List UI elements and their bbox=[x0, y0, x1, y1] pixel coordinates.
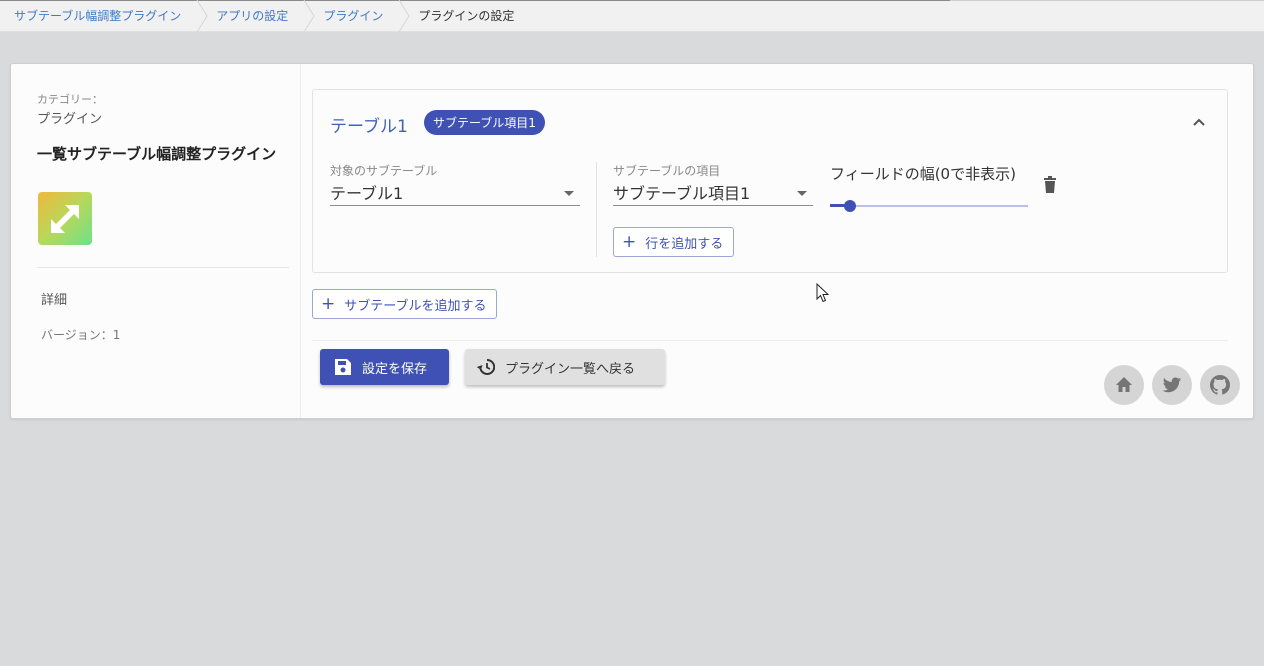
breadcrumb-separator bbox=[397, 0, 411, 32]
plus-icon: + bbox=[622, 231, 637, 252]
home-button[interactable] bbox=[1104, 365, 1144, 405]
add-row-label: 行を追加する bbox=[645, 236, 724, 252]
expand-arrows-icon bbox=[51, 204, 79, 233]
sidebar-divider bbox=[37, 267, 289, 268]
breadcrumb-item-current: プラグインの設定 bbox=[411, 0, 514, 32]
home-icon bbox=[1116, 377, 1132, 392]
history-icon bbox=[477, 358, 495, 375]
actions-divider bbox=[312, 340, 1228, 341]
field-width-slider[interactable] bbox=[830, 198, 1028, 214]
category-label: カテゴリー： bbox=[37, 93, 103, 106]
github-icon bbox=[1210, 375, 1230, 395]
category-value: プラグイン bbox=[37, 112, 103, 127]
subtable-title: テーブル1 bbox=[330, 117, 408, 137]
breadcrumb-link[interactable]: プラグイン bbox=[323, 7, 383, 24]
chevron-up-icon[interactable] bbox=[1191, 114, 1207, 130]
plugin-name: 一覧サブテーブル幅調整プラグイン bbox=[37, 145, 277, 163]
dropdown-arrow-icon bbox=[564, 191, 574, 196]
breadcrumb-link[interactable]: サブテーブル幅調整プラグイン bbox=[14, 7, 181, 24]
add-row-button[interactable]: + 行を追加する bbox=[613, 227, 735, 257]
plugin-info-sidebar: カテゴリー： プラグイン 一覧サブテーブル幅調整プラグイン 詳細 バージョン：1 bbox=[11, 64, 301, 418]
column-divider bbox=[596, 162, 597, 257]
plugin-settings-card: カテゴリー： プラグイン 一覧サブテーブル幅調整プラグイン 詳細 バージョン：1… bbox=[10, 63, 1254, 419]
breadcrumb-separator bbox=[302, 0, 316, 32]
plugin-logo bbox=[38, 192, 92, 245]
github-button[interactable] bbox=[1200, 365, 1240, 405]
top-border-light bbox=[950, 0, 1264, 1]
breadcrumb-link[interactable]: アプリの設定 bbox=[216, 7, 288, 24]
subtable-item-label: サブテーブルの項目 bbox=[613, 164, 721, 178]
dropdown-arrow-icon bbox=[797, 191, 807, 196]
twitter-button[interactable] bbox=[1152, 365, 1192, 405]
trash-icon[interactable] bbox=[1042, 176, 1058, 194]
breadcrumb-separator bbox=[195, 0, 209, 32]
breadcrumb-item-app-settings[interactable]: アプリの設定 bbox=[209, 0, 302, 32]
subtable-item-select[interactable]: サブテーブル項目1 bbox=[613, 180, 813, 206]
detail-link[interactable]: 詳細 bbox=[41, 289, 67, 308]
add-subtable-button[interactable]: + サブテーブルを追加する bbox=[312, 289, 498, 319]
mouse-pointer-icon bbox=[816, 283, 830, 303]
breadcrumb-item-plugins[interactable]: プラグイン bbox=[316, 0, 397, 32]
back-to-plugins-button[interactable]: プラグイン一覧へ戻る bbox=[465, 349, 665, 385]
plus-icon: + bbox=[321, 293, 336, 314]
version-text: バージョン：1 bbox=[41, 328, 121, 342]
breadcrumb-current-label: プラグインの設定 bbox=[418, 9, 515, 23]
subtable-item-value: サブテーブル項目1 bbox=[613, 184, 751, 203]
target-subtable-label: 対象のサブテーブル bbox=[330, 164, 438, 178]
subtable-panel: テーブル1 サブテーブル項目1 対象のサブテーブル テーブル1 サブテーブルの項… bbox=[312, 89, 1228, 273]
breadcrumb-item-plugin-home[interactable]: サブテーブル幅調整プラグイン bbox=[0, 0, 195, 32]
target-subtable-select[interactable]: テーブル1 bbox=[330, 180, 580, 206]
save-label: 設定を保存 bbox=[362, 361, 428, 377]
slider-rail bbox=[830, 205, 1028, 207]
target-subtable-value: テーブル1 bbox=[330, 184, 404, 203]
slider-thumb[interactable] bbox=[843, 200, 856, 212]
subtable-item-chip: サブテーブル項目1 bbox=[424, 110, 545, 135]
add-subtable-label: サブテーブルを追加する bbox=[344, 298, 487, 314]
field-width-label: フィールドの幅(0で非表示) bbox=[830, 165, 1016, 183]
back-label: プラグイン一覧へ戻る bbox=[505, 361, 636, 377]
save-button[interactable]: 設定を保存 bbox=[320, 349, 449, 385]
save-icon bbox=[335, 359, 351, 375]
twitter-icon bbox=[1162, 377, 1182, 393]
breadcrumb: サブテーブル幅調整プラグイン アプリの設定 プラグイン プラグインの設定 bbox=[0, 0, 1264, 32]
